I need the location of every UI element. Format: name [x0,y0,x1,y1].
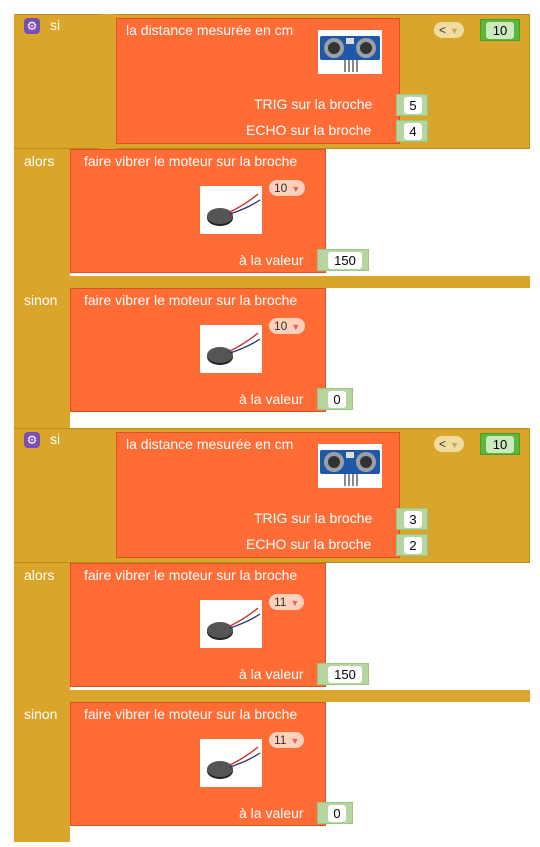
echo-label: ECHO sur la broche [246,122,372,138]
echo-pin-input[interactable]: 2 [404,537,422,554]
then-value-input[interactable]: 150 [328,252,362,269]
then-label: alors [24,567,55,583]
else-value-label: à la valeur [239,805,304,821]
then-value-input[interactable]: 150 [328,666,362,683]
motor-pin-dropdown[interactable]: 10 ▼ [269,318,306,334]
then-value-label: à la valeur [239,252,304,268]
trig-label: TRIG sur la broche [254,510,373,526]
chevron-down-icon: ▼ [450,26,459,36]
ultrasonic-sensor-image [318,444,382,488]
threshold-input[interactable]: 10 [486,436,514,453]
if-block-1[interactable]: ⚙ si la distance mesurée en cm TRIG sur … [14,14,532,428]
motor-pin-dropdown[interactable]: 11 ▼ [269,732,305,748]
if-label: si [50,17,61,33]
sensor-label: la distance mesurée en cm [126,22,294,38]
else-value-input[interactable]: 0 [328,391,346,408]
gear-icon[interactable]: ⚙ [24,18,40,34]
operator-dropdown[interactable]: < ▼ [434,436,464,452]
vibration-motor-image [200,186,262,234]
echo-pin-input[interactable]: 4 [404,123,422,140]
threshold-input[interactable]: 10 [486,22,514,39]
vibration-motor-image [200,739,262,787]
chevron-down-icon: ▼ [290,736,300,746]
trig-pin-input[interactable]: 3 [404,511,422,528]
operator-dropdown[interactable]: < ▼ [434,22,464,38]
operator-value: < [439,437,447,451]
motor-pin-value: 10 [274,319,288,333]
motor-pin-dropdown[interactable]: 11 ▼ [269,594,305,610]
operator-value: < [439,23,447,37]
chevron-down-icon: ▼ [291,322,301,332]
if-block-2[interactable]: ⚙ si la distance mesurée en cm TRIG sur … [14,428,532,842]
motor-pin-value: 10 [274,181,288,195]
gear-icon[interactable]: ⚙ [24,432,40,448]
chevron-down-icon: ▼ [291,184,301,194]
motor-pin-dropdown[interactable]: 10 ▼ [269,180,306,196]
else-label: sinon [24,706,58,722]
trig-pin-input[interactable]: 5 [404,97,422,114]
else-value-label: à la valeur [239,391,304,407]
sensor-label: la distance mesurée en cm [126,436,294,452]
vibration-motor-image [200,600,262,648]
ultrasonic-sensor-image [318,30,382,74]
else-label: sinon [24,292,58,308]
motor-pin-value: 11 [274,595,287,609]
chevron-down-icon: ▼ [290,598,300,608]
trig-label: TRIG sur la broche [254,96,373,112]
then-value-label: à la valeur [239,666,304,682]
motor-pin-value: 11 [274,733,287,747]
then-action-label: faire vibrer le moteur sur la broche [84,567,298,583]
else-value-input[interactable]: 0 [328,805,346,822]
if-label: si [50,431,61,447]
vibration-motor-image [200,325,262,373]
then-label: alors [24,153,55,169]
then-action-label: faire vibrer le moteur sur la broche [84,153,298,169]
else-action-label: faire vibrer le moteur sur la broche [84,706,298,722]
chevron-down-icon: ▼ [450,440,459,450]
echo-label: ECHO sur la broche [246,536,372,552]
else-action-label: faire vibrer le moteur sur la broche [84,292,298,308]
